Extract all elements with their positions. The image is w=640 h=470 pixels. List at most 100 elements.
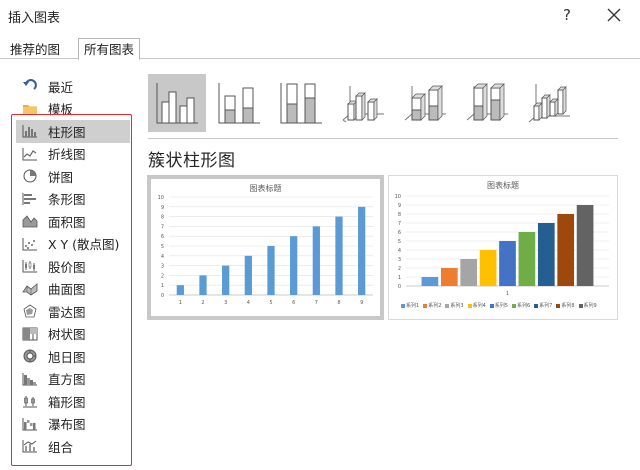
y-tick-label: 7 (398, 221, 401, 227)
legend-swatch (467, 303, 472, 308)
sidebar-item-label: 饼图 (48, 169, 74, 185)
legend-item: 系列4 (467, 302, 486, 309)
sidebar-item-label: 雷达图 (48, 304, 86, 320)
sidebar-item-pie[interactable]: 饼图 (16, 165, 130, 188)
title-bar: 插入图表 ? (0, 0, 640, 34)
legend-label: 系列5 (494, 303, 508, 309)
x-tick-label: 2 (201, 300, 204, 306)
legend-label: 系列8 (561, 303, 575, 309)
legend-swatch (445, 303, 450, 308)
x-tick-label: 6 (292, 300, 295, 306)
y-tick-label: 6 (161, 234, 164, 240)
sidebar-item-scatter[interactable]: X Y (散点图) (16, 233, 130, 256)
bar (244, 255, 252, 295)
sidebar-item-recent[interactable]: 最近 (16, 75, 130, 98)
legend-item: 系列7 (534, 302, 552, 309)
sidebar-item-bar[interactable]: 条形图 (16, 188, 130, 211)
sidebar-item-label: 旭日图 (48, 349, 86, 365)
legend-swatch (534, 303, 539, 308)
bar (557, 214, 575, 286)
sidebar-item-combo[interactable]: 组合 (16, 435, 130, 458)
clustered-column-icon (156, 83, 198, 124)
tab-all-charts[interactable]: 所有图表 (78, 38, 140, 60)
y-tick-label: 1 (398, 275, 401, 281)
x-tick-label: 1 (506, 291, 509, 297)
subtype-3d-100-stacked-column[interactable] (458, 74, 516, 132)
x-tick-label: 4 (247, 300, 250, 306)
sidebar-item-line[interactable]: 折线图 (16, 143, 130, 166)
subtype-3d-stacked-column[interactable] (396, 74, 454, 132)
y-tick-label: 8 (161, 215, 164, 221)
tab-recommended-charts[interactable]: 推荐的图表 (4, 38, 78, 78)
sidebar-item-label: 树状图 (48, 327, 86, 343)
sidebar-item-label: 直方图 (48, 372, 86, 388)
y-tick-label: 5 (398, 239, 401, 245)
legend-item: 系列3 (445, 302, 464, 309)
chart-preview-1[interactable]: 图表标题 0 1 2 3 4 5 6 7 8 9 10 1 2 3 4 5 6 7 8 9 (147, 175, 384, 320)
legend-label: 系列4 (472, 303, 486, 309)
legend-label: 系列6 (516, 303, 531, 309)
y-tick-label: 8 (398, 212, 401, 218)
waterfall-chart-icon (21, 416, 39, 432)
radar-chart-icon (21, 303, 39, 319)
box-whisker-chart-icon (21, 393, 39, 409)
combo-chart-icon (21, 438, 39, 454)
subtype-clustered-column[interactable] (148, 74, 206, 132)
y-tick-label: 1 (161, 283, 164, 289)
chart-preview-2[interactable]: 图表标题 0 1 2 3 4 5 6 7 8 9 10 1 系列1 系列2 系列3 系列4 系列5 系列6 系列7… (388, 175, 618, 320)
100-stacked-column-icon (280, 83, 322, 124)
legend-label: 系列9 (583, 303, 597, 309)
y-tick-label: 10 (158, 195, 164, 201)
histogram-chart-icon (21, 371, 39, 387)
subtype-3d-clustered-column[interactable] (334, 74, 392, 132)
legend-swatch (578, 303, 583, 308)
sidebar-item-treemap[interactable]: 树状图 (16, 323, 130, 346)
y-tick-label: 2 (161, 273, 164, 279)
sidebar-item-label: 股价图 (48, 259, 86, 275)
y-tick-label: 3 (398, 257, 401, 263)
sidebar-item-histogram[interactable]: 直方图 (16, 368, 130, 391)
y-tick-label: 0 (398, 284, 401, 290)
legend-swatch (511, 303, 516, 308)
bar (358, 206, 366, 295)
y-tick-label: 2 (398, 266, 401, 272)
subtype-100-stacked-column[interactable] (272, 74, 330, 132)
bar (267, 246, 275, 295)
y-tick-label: 4 (161, 254, 164, 260)
y-tick-label: 3 (161, 264, 164, 270)
legend-item: 系列8 (556, 302, 575, 309)
bar (176, 285, 184, 295)
sidebar-item-area[interactable]: 面积图 (16, 210, 130, 233)
legend-label: 系列7 (539, 303, 553, 309)
y-tick-label: 7 (161, 224, 164, 230)
sidebar-item-column[interactable]: 柱形图 (16, 120, 130, 143)
stacked-column-icon (218, 83, 260, 124)
chart-1-plot: 0 1 2 3 4 5 6 7 8 9 10 1 2 3 4 5 6 7 8 9 (158, 195, 373, 306)
line-chart-icon (21, 146, 39, 162)
3d-column-icon (528, 84, 570, 123)
3d-100-stacked-column-icon (466, 83, 508, 121)
subtype-3d-column[interactable] (520, 74, 578, 132)
sidebar-item-sunburst[interactable]: 旭日图 (16, 345, 130, 368)
sidebar-item-radar[interactable]: 雷达图 (16, 300, 130, 323)
sidebar-item-stock[interactable]: 股价图 (16, 255, 130, 278)
sidebar-item-templates[interactable]: 模板 (16, 98, 130, 121)
sidebar-item-label: 面积图 (48, 214, 86, 230)
x-tick-label: 1 (179, 300, 182, 306)
sidebar-item-label: 瀑布图 (48, 417, 86, 433)
subtype-gallery (148, 74, 608, 134)
subtype-stacked-column[interactable] (210, 74, 268, 132)
x-tick-label: 7 (315, 300, 318, 306)
legend-swatch (401, 303, 405, 308)
sidebar-item-surface[interactable]: 曲面图 (16, 278, 130, 301)
pie-chart-icon (21, 168, 39, 184)
sidebar-item-waterfall[interactable]: 瀑布图 (16, 413, 130, 436)
close-button[interactable] (604, 5, 624, 25)
sidebar-item-box-whisker[interactable]: 箱形图 (16, 390, 130, 413)
bar (290, 236, 298, 295)
help-button[interactable]: ? (556, 3, 578, 27)
sidebar-item-label: 折线图 (48, 147, 86, 163)
scatter-chart-icon (21, 236, 39, 252)
3d-stacked-column-icon (404, 85, 446, 121)
bar (479, 250, 497, 286)
